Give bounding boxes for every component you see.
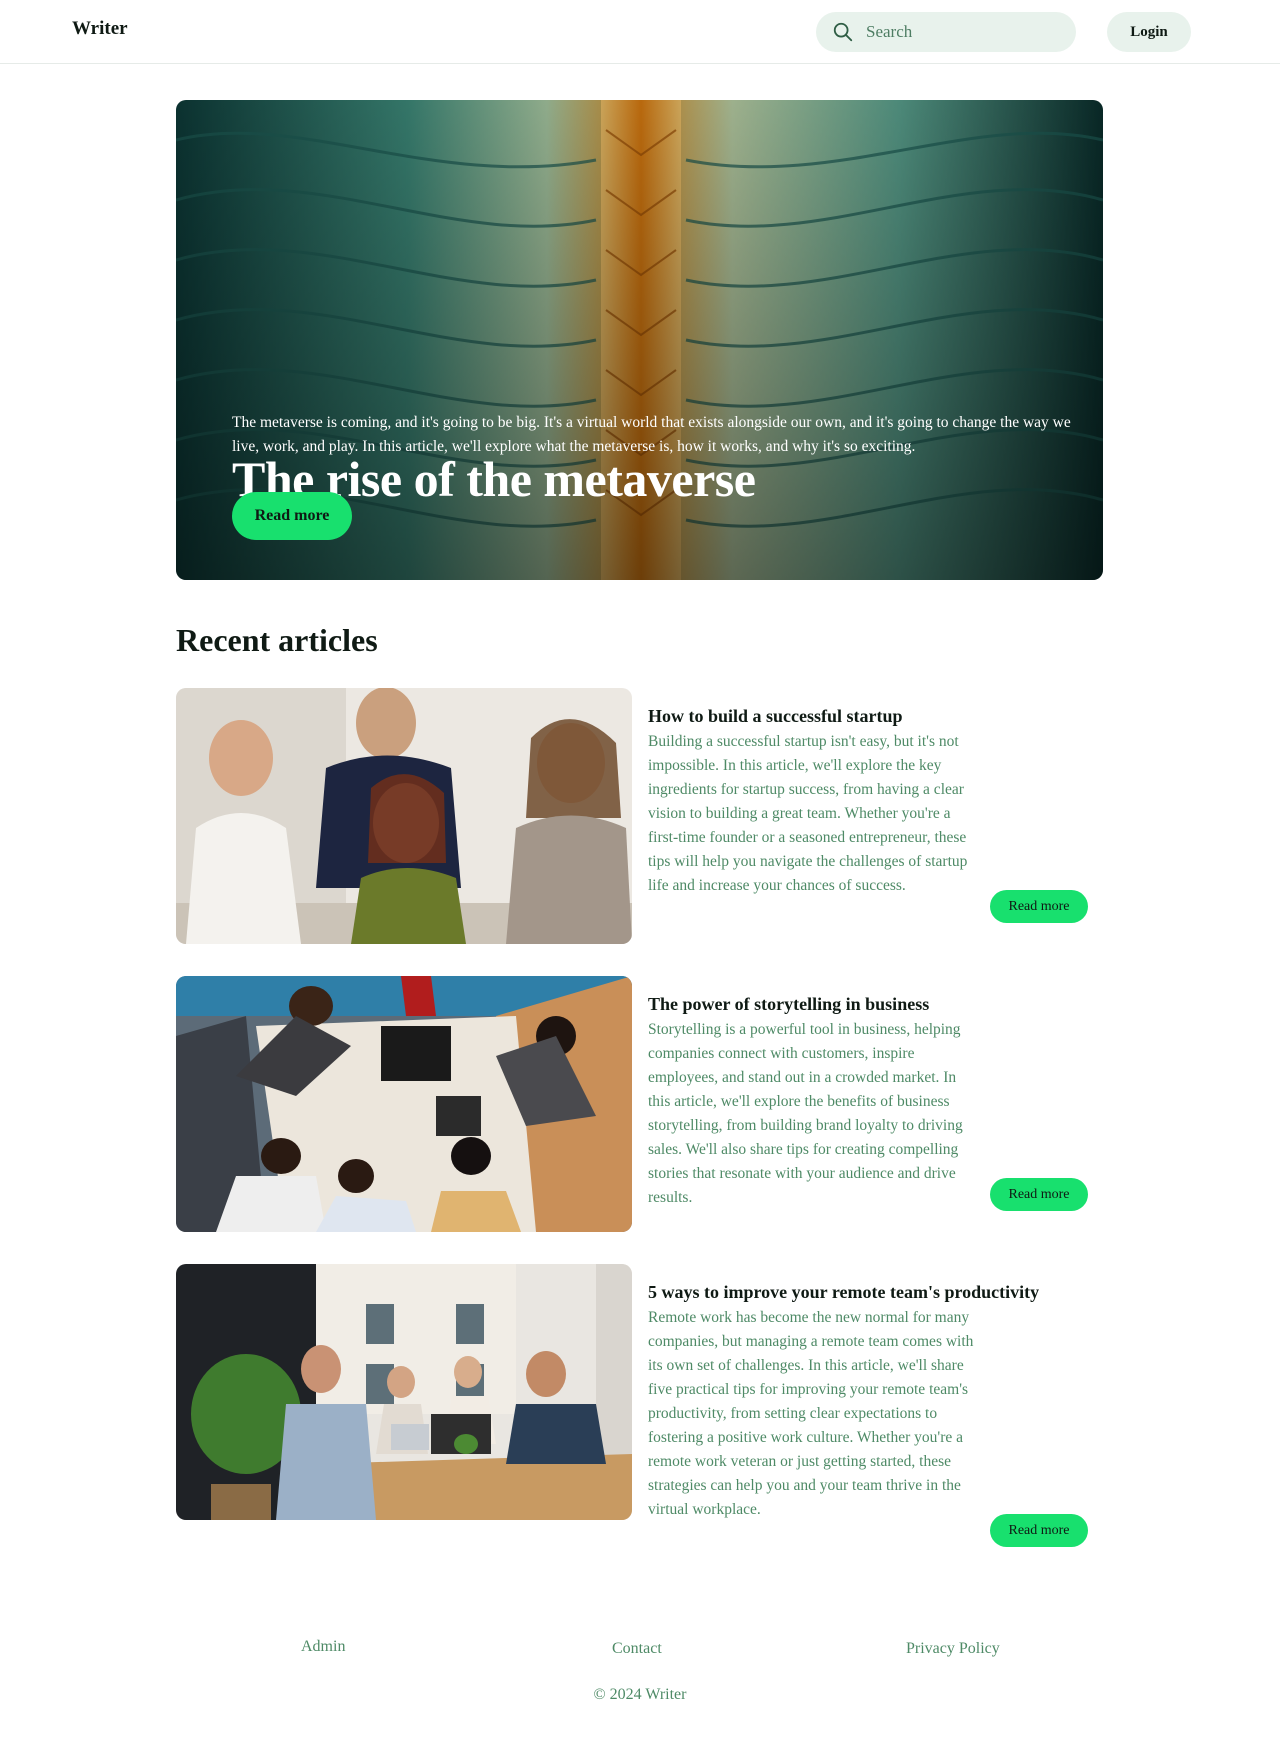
article-summary: Building a successful startup isn't easy…: [648, 733, 968, 894]
search-box[interactable]: [816, 12, 1076, 52]
article-title[interactable]: How to build a successful startup: [648, 706, 903, 727]
article-summary: Storytelling is a powerful tool in busin…: [648, 1021, 963, 1206]
login-button[interactable]: Login: [1107, 12, 1191, 52]
recent-articles-heading: Recent articles: [176, 622, 378, 658]
hero-read-more-button[interactable]: Read more: [232, 492, 352, 540]
article-image-remote-team[interactable]: [176, 1264, 632, 1520]
footer-link-admin[interactable]: Admin: [301, 1638, 345, 1656]
article-card: The power of storytelling in business St…: [176, 976, 1106, 1236]
brand-logo[interactable]: Writer: [72, 18, 128, 40]
article-card: How to build a successful startup Buildi…: [176, 688, 1106, 948]
article-summary: Remote work has become the new normal fo…: [648, 1309, 974, 1518]
search-icon: [833, 22, 853, 42]
article-image-startup-team[interactable]: [176, 688, 632, 944]
search-input[interactable]: [866, 12, 1066, 52]
article-read-more-button[interactable]: Read more: [990, 1178, 1088, 1211]
article-image-meeting-table[interactable]: [176, 976, 632, 1232]
top-nav: Writer Login: [0, 0, 1280, 64]
article-title[interactable]: 5 ways to improve your remote team's pro…: [648, 1282, 1039, 1303]
article-read-more-button[interactable]: Read more: [990, 890, 1088, 923]
article-card: 5 ways to improve your remote team's pro…: [176, 1264, 1106, 1547]
copyright-notice: © 2024 Writer: [593, 1686, 687, 1703]
footer-link-privacy-policy[interactable]: Privacy Policy: [906, 1640, 1000, 1658]
hero-description: The metaverse is coming, and it's going …: [232, 414, 1071, 455]
article-title[interactable]: The power of storytelling in business: [648, 994, 929, 1015]
article-read-more-button[interactable]: Read more: [990, 1514, 1088, 1547]
hero-banner: The rise of the metaverse The metaverse …: [176, 100, 1103, 580]
footer-link-contact[interactable]: Contact: [612, 1640, 662, 1658]
